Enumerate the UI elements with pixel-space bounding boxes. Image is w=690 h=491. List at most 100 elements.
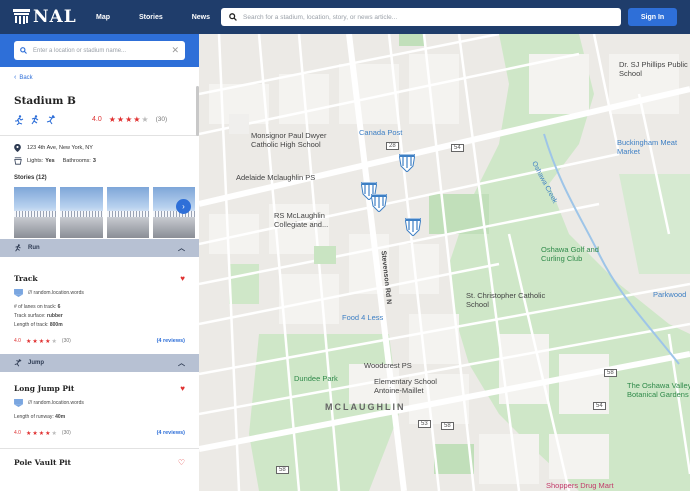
rating-count: (30) — [61, 338, 71, 344]
stadium-marker-icon[interactable] — [399, 154, 415, 172]
facility-rating: 4.0 ★ ★ ★ ★ ★ (30) (4 reviews) — [14, 336, 185, 346]
map-label-school[interactable]: Elementary School Antoine-Maillet — [374, 377, 454, 395]
rating-value: 4.0 — [92, 116, 102, 123]
map-label-school[interactable]: RS McLaughlin Collegiate and... — [274, 211, 349, 229]
bathrooms-label: Bathrooms: — [62, 158, 91, 164]
star-filled-icon: ★ — [38, 430, 45, 437]
story-thumbnail[interactable] — [14, 187, 57, 238]
detail-value: 800m — [49, 322, 63, 328]
logo[interactable]: NAL — [13, 7, 77, 27]
map-label-school[interactable]: Woodcrest PS — [364, 361, 412, 370]
reviews-link[interactable]: (4 reviews) — [157, 430, 185, 436]
global-search-placeholder: Search for a stadium, location, story, o… — [243, 13, 398, 21]
global-search-input[interactable]: Search for a stadium, location, story, o… — [221, 8, 621, 26]
detail-row: Length of track: 800m — [14, 321, 185, 330]
rating-value: 4.0 — [14, 430, 21, 436]
jumper-icon — [14, 359, 22, 367]
map-label-school[interactable]: St. Christopher Catholic School — [466, 291, 546, 309]
star-filled-icon: ★ — [116, 115, 125, 124]
main-nav: Map Stories News — [96, 14, 239, 21]
lights-value: Yes — [45, 158, 55, 164]
story-thumbnail[interactable] — [152, 187, 195, 238]
detail-value: 6 — [57, 304, 61, 310]
location-flag-icon — [14, 399, 23, 407]
stadium-title: Stadium B — [14, 95, 76, 107]
route-shield: 58 — [276, 466, 289, 474]
reviews-link[interactable]: (4 reviews) — [157, 338, 185, 344]
location-words[interactable]: /// random.location.words — [28, 400, 84, 406]
map-label-post-office[interactable]: Canada Post — [359, 128, 402, 137]
star-filled-icon: ★ — [45, 338, 51, 345]
map-label-school[interactable]: Monsignor Paul Dwyer Catholic High Schoo… — [251, 131, 351, 149]
carousel-next-button[interactable]: › — [176, 199, 191, 214]
map-label-golf-club[interactable]: Oshawa Golf and Curling Club — [541, 245, 621, 263]
map-label-store[interactable]: Buckingham Meat Market — [617, 138, 687, 156]
nal-logo-icon — [13, 9, 30, 24]
clear-search-icon[interactable]: ✕ — [171, 45, 179, 56]
map-label-school[interactable]: Adelaide Mclaughlin PS — [236, 173, 315, 182]
facility-card: Track ♥ /// random.location.words # of l… — [0, 257, 199, 346]
logo-text: NAL — [33, 7, 77, 27]
star-filled-icon: ★ — [25, 338, 32, 345]
star-filled-icon: ★ — [108, 115, 116, 124]
detail-label: Length of runway: — [14, 414, 54, 420]
rating-count: (30) — [155, 116, 168, 123]
facility-location: /// random.location.words — [14, 289, 185, 297]
stadium-marker-icon[interactable] — [405, 218, 421, 236]
heart-filled-icon[interactable]: ♥ — [180, 274, 185, 283]
heart-filled-icon[interactable]: ♥ — [180, 384, 185, 393]
facility-rating: 4.0 ★ ★ ★ ★ ★ (30) (4 reviews) — [14, 428, 185, 438]
star-empty-icon: ★ — [51, 430, 57, 437]
back-link[interactable]: ‹ Back — [0, 67, 199, 81]
map-label-store[interactable]: Food 4 Less — [342, 313, 383, 322]
star-filled-icon: ★ — [125, 115, 133, 124]
top-navigation-bar: NAL Map Stories News Search for a stadiu… — [0, 0, 690, 34]
bathrooms-value: 3 — [92, 158, 96, 164]
section-header-run[interactable]: Run ︿ — [0, 239, 199, 257]
route-shield: 54 — [593, 402, 606, 410]
detail-label: Length of track: — [14, 322, 49, 328]
section-header-jump[interactable]: Jump ︿ — [0, 354, 199, 372]
map-label-neighborhood: Parkwood — [653, 290, 687, 299]
detail-label: # of lanes on track: — [14, 304, 57, 310]
map-label-store[interactable]: Shoppers Drug Mart — [546, 481, 614, 490]
facility-location: /// random.location.words — [14, 399, 185, 407]
sign-in-button[interactable]: Sign In — [628, 8, 677, 26]
stadium-detail-panel: Enter a location or stadium name... ✕ ‹ … — [0, 34, 199, 491]
stories-heading: Stories (12) — [14, 175, 47, 181]
search-icon — [20, 47, 27, 54]
heart-outline-icon[interactable]: ♡ — [178, 458, 185, 467]
story-thumbnail[interactable] — [106, 187, 149, 238]
panel-search-bar: Enter a location or stadium name... ✕ — [0, 34, 199, 67]
facility-card: Pole Vault Pit ♡ — [0, 449, 199, 467]
route-shield: 58 — [604, 369, 617, 377]
map-view[interactable]: 54 28 58 53 58 54 58 Dr. SJ Phillips Pub… — [199, 34, 690, 491]
star-empty-icon: ★ — [141, 115, 149, 124]
section-title: Jump — [28, 360, 45, 366]
nav-news[interactable]: News — [192, 14, 210, 21]
chevron-left-icon: ‹ — [14, 74, 17, 81]
nav-map[interactable]: Map — [96, 14, 110, 21]
lights-label: Lights: — [27, 158, 44, 164]
stories-carousel: › — [0, 181, 199, 239]
facility-name: Pole Vault Pit — [14, 458, 71, 467]
rating-count: (30) — [61, 430, 71, 436]
story-thumbnail[interactable] — [60, 187, 103, 238]
facility-name: Long Jump Pit — [14, 384, 75, 393]
detail-row: Track surface: rubber — [14, 312, 185, 321]
location-words[interactable]: /// random.location.words — [28, 290, 84, 296]
map-label-park[interactable]: Dundee Park — [294, 374, 338, 383]
detail-value: 40m — [55, 414, 66, 420]
map-label-garden[interactable]: The Oshawa Valley Botanical Gardens — [627, 381, 690, 399]
search-icon — [229, 13, 237, 21]
nav-stories[interactable]: Stories — [139, 14, 163, 21]
location-search-input[interactable]: Enter a location or stadium name... ✕ — [14, 41, 185, 60]
map-label-neighborhood: MCLAUGHLIN — [325, 402, 406, 412]
map-label-school[interactable]: Dr. SJ Phillips Public School — [619, 60, 689, 78]
stadium-rating: 4.0 ★ ★ ★ ★ ★ (30) — [92, 115, 167, 124]
location-flag-icon — [14, 289, 23, 297]
rating-value: 4.0 — [14, 338, 21, 344]
stadium-marker-icon[interactable] — [371, 194, 387, 212]
route-shield: 28 — [386, 142, 399, 150]
chevron-up-icon: ︿ — [178, 360, 185, 367]
